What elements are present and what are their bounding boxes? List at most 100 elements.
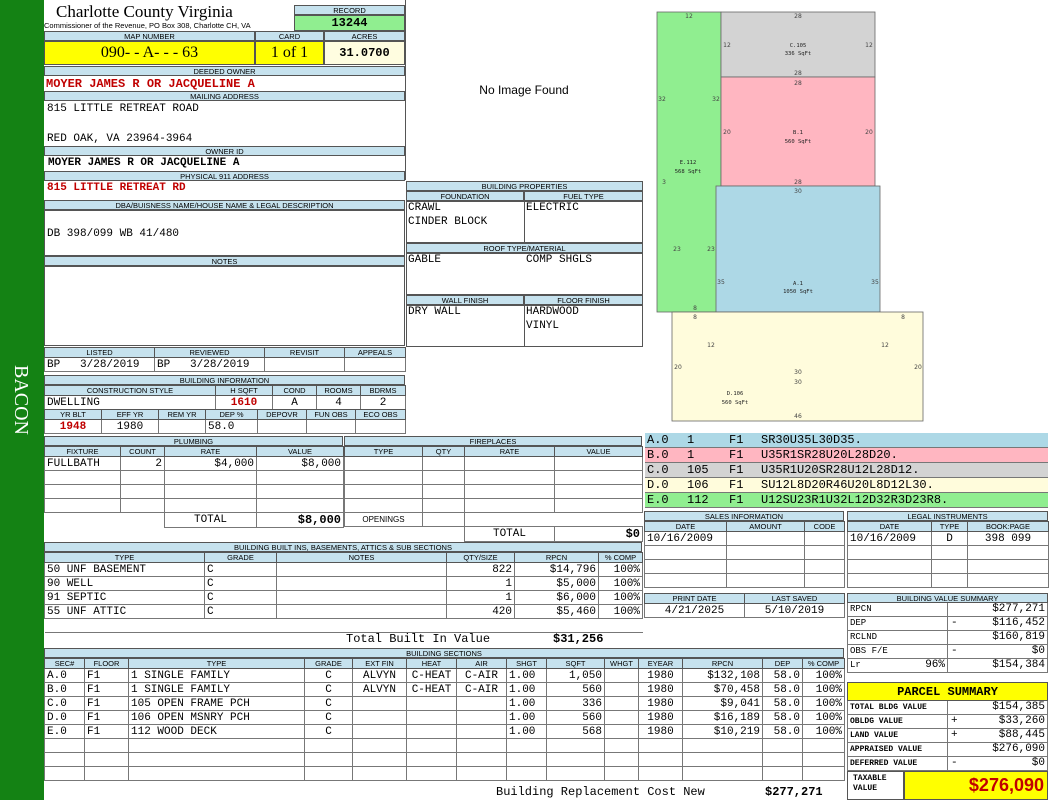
- vector-number: 1: [687, 433, 695, 447]
- sketch-label-d106-code: D.106: [727, 391, 744, 397]
- table-row: 10/16/2009 D 398 099: [847, 531, 1049, 546]
- table-cell: [604, 738, 639, 753]
- physical-address: 815 LITTLE RETREAT RD: [47, 182, 186, 194]
- sales-col-date: DATE: [644, 521, 727, 532]
- table-cell: [931, 545, 968, 560]
- section-ext-fin: ALVYN: [352, 668, 407, 683]
- parcel-summary-label: DEFERRED VALUE: [850, 759, 918, 768]
- table-row: DATE AMOUNT CODE: [644, 521, 845, 532]
- legal-date: 10/16/2009: [847, 531, 932, 546]
- table-cell: [682, 752, 763, 767]
- replacement-cost: $277,271: [765, 785, 823, 799]
- sketch-label-e112-sqft: 568 SqFt: [675, 169, 702, 175]
- parcel-summary-divider: [947, 715, 948, 728]
- print-table: PRINT DATE LAST SAVED 4/21/2025 5/10/2019: [644, 593, 845, 618]
- table-row: D.0 F1 106 OPEN MSNRY PCH C 1.00 560 1980 $16,1…: [44, 710, 845, 725]
- table-cell: [456, 738, 507, 753]
- office-address: Commissioner of the Revenue, PO Box 308,…: [44, 21, 251, 30]
- builtin-col-type: TYPE: [44, 552, 205, 563]
- plumbing-col-fixture: FIXTURE: [44, 446, 121, 457]
- dim-label: 32: [712, 96, 720, 103]
- section-ext-fin: [352, 710, 407, 725]
- vector-section: D.0: [647, 478, 669, 492]
- parcel-summary-row: APPRAISED VALUE $276,090: [847, 743, 1048, 757]
- construction-style: DWELLING: [44, 395, 216, 410]
- section-shgt: 1.00: [506, 682, 547, 697]
- section-type: 112 WOOD DECK: [128, 724, 305, 739]
- table-cell: [506, 752, 547, 767]
- table-cell: [422, 470, 465, 485]
- floor-finish-header: FLOOR FINISH: [524, 295, 643, 305]
- section-grade: C: [304, 724, 353, 739]
- builtin-col-qty: QTY/SIZE: [446, 552, 515, 563]
- notes-header: NOTES: [44, 256, 405, 266]
- value-summary-row: RCLND $160,819: [847, 631, 1048, 645]
- sketch-label-c105-sqft: 336 SqFt: [785, 51, 812, 57]
- table-row: TYPE QTY RATE VALUE: [344, 446, 643, 457]
- taxable-value: $276,090: [904, 771, 1048, 800]
- sketch-label-c105-code: C.105: [790, 43, 807, 49]
- parcel-summary-label: TOTAL BLDG VALUE: [850, 703, 927, 712]
- table-row: [344, 456, 643, 471]
- table-cell: [638, 752, 683, 767]
- dim-label: 30: [794, 369, 802, 376]
- section-col-header: EXT FIN: [352, 658, 407, 669]
- builtin-col-grade: GRADE: [204, 552, 277, 563]
- table-cell: [344, 498, 423, 513]
- mailing-header: MAILING ADDRESS: [44, 91, 405, 101]
- table-cell: [554, 484, 643, 499]
- table-cell: [847, 559, 932, 574]
- vector-row: D.0 106 F1 SU12L8D20R46U20L8D12L30.: [645, 478, 1048, 493]
- value-summary-label: RCLND: [850, 632, 878, 642]
- dim-label: 12: [881, 342, 889, 349]
- section-ext-fin: [352, 724, 407, 739]
- section-air: [456, 724, 507, 739]
- value-summary-divider: [947, 659, 948, 672]
- dim-label: 20: [865, 129, 873, 136]
- value-summary-value: $277,271: [992, 603, 1045, 615]
- table-row: CONSTRUCTION STYLE H SQFT COND ROOMS BDRMS: [44, 385, 406, 396]
- mailing-line-3: RED OAK, VA 23964-3964: [47, 133, 193, 145]
- table-cell: [345, 527, 423, 542]
- plumbing-col-rate: RATE: [164, 446, 257, 457]
- table-cell: [931, 559, 968, 574]
- vector-row: E.0 112 F1 U12SU23R1U32L12D32R3D23R8.: [645, 493, 1048, 508]
- table-cell: [304, 766, 353, 781]
- vector-path: U35R1SR28U20L28D20.: [761, 448, 898, 462]
- vector-floor: F1: [729, 493, 744, 507]
- parcel-summary-value: $0: [1031, 757, 1045, 769]
- vector-floor: F1: [729, 433, 744, 447]
- section-rpcn: $16,189: [682, 710, 763, 725]
- effyr-header: EFF YR: [101, 409, 159, 420]
- dim-label: 8: [693, 305, 697, 312]
- table-cell: [128, 738, 305, 753]
- wall-finish: DRY WALL: [408, 306, 461, 318]
- dim-label: 46: [794, 413, 802, 420]
- table-cell: [546, 766, 605, 781]
- floor-finish-2: VINYL: [526, 320, 560, 332]
- table-cell: [44, 766, 85, 781]
- fuel-type: ELECTRIC: [526, 202, 579, 214]
- table-row: [44, 738, 845, 753]
- dim-label: 12: [723, 42, 731, 49]
- fireplace-col-type: TYPE: [344, 446, 423, 457]
- table-cell: [802, 752, 845, 767]
- section-ext-fin: [352, 696, 407, 711]
- dim-label: 28: [794, 80, 802, 87]
- foundation-1: CRAWL: [408, 202, 442, 214]
- section-eyear: 1980: [638, 724, 683, 739]
- fireplace-total-label: TOTAL: [464, 526, 555, 542]
- table-cell: [554, 456, 643, 471]
- vector-number: 112: [687, 493, 709, 507]
- section-eyear: 1980: [638, 682, 683, 697]
- section-floor: F1: [84, 668, 129, 683]
- notes-box: [44, 266, 405, 346]
- sale-date: 10/16/2009: [644, 531, 727, 546]
- value-summary-box: RPCN $277,271 DEP - $116,452 RCLND $160,819 OBS…: [847, 603, 1048, 673]
- parcel-summary-label: OBLDG VALUE: [850, 717, 903, 726]
- deeded-owner-header: DEEDED OWNER: [44, 66, 405, 76]
- dim-label: 28: [794, 70, 802, 77]
- table-row: 50 UNF BASEMENT C 822 $14,796 100%: [44, 562, 643, 577]
- replacement-cost-label: Building Replacement Cost New: [496, 785, 705, 799]
- builtin-col-notes: NOTES: [276, 552, 447, 563]
